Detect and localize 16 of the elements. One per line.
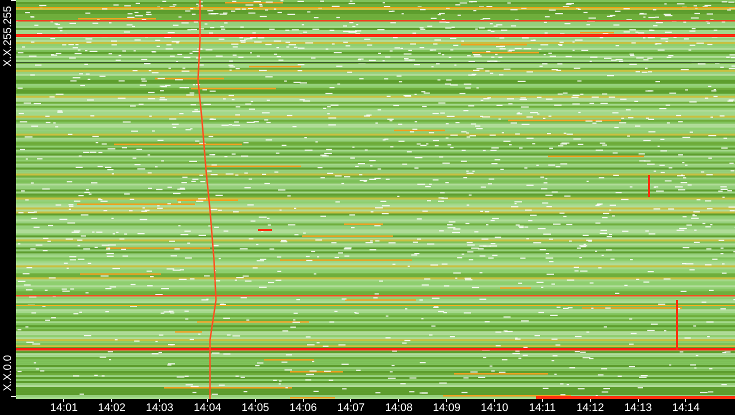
tick-label: 14:03: [146, 402, 174, 414]
tick-label: 14:13: [624, 402, 652, 414]
tick-label: 14:06: [289, 402, 317, 414]
tick-label: 14:09: [432, 402, 460, 414]
tick-label: 14:10: [480, 402, 508, 414]
tick-label: 14:12: [576, 402, 604, 414]
axis-label: X.X.0.0: [2, 354, 14, 391]
tick-label: 14:02: [98, 402, 126, 414]
tick-label: 14:08: [385, 402, 413, 414]
tick-label: 14:05: [242, 402, 270, 414]
tick-label: 14:01: [50, 402, 78, 414]
tick-label: 14:07: [337, 402, 365, 414]
tick-label: 14:14: [672, 402, 700, 414]
tick-label: 14:11: [529, 402, 556, 414]
tick-label: 14:04: [194, 402, 222, 414]
axis-label: X.X.255.255: [2, 6, 14, 67]
